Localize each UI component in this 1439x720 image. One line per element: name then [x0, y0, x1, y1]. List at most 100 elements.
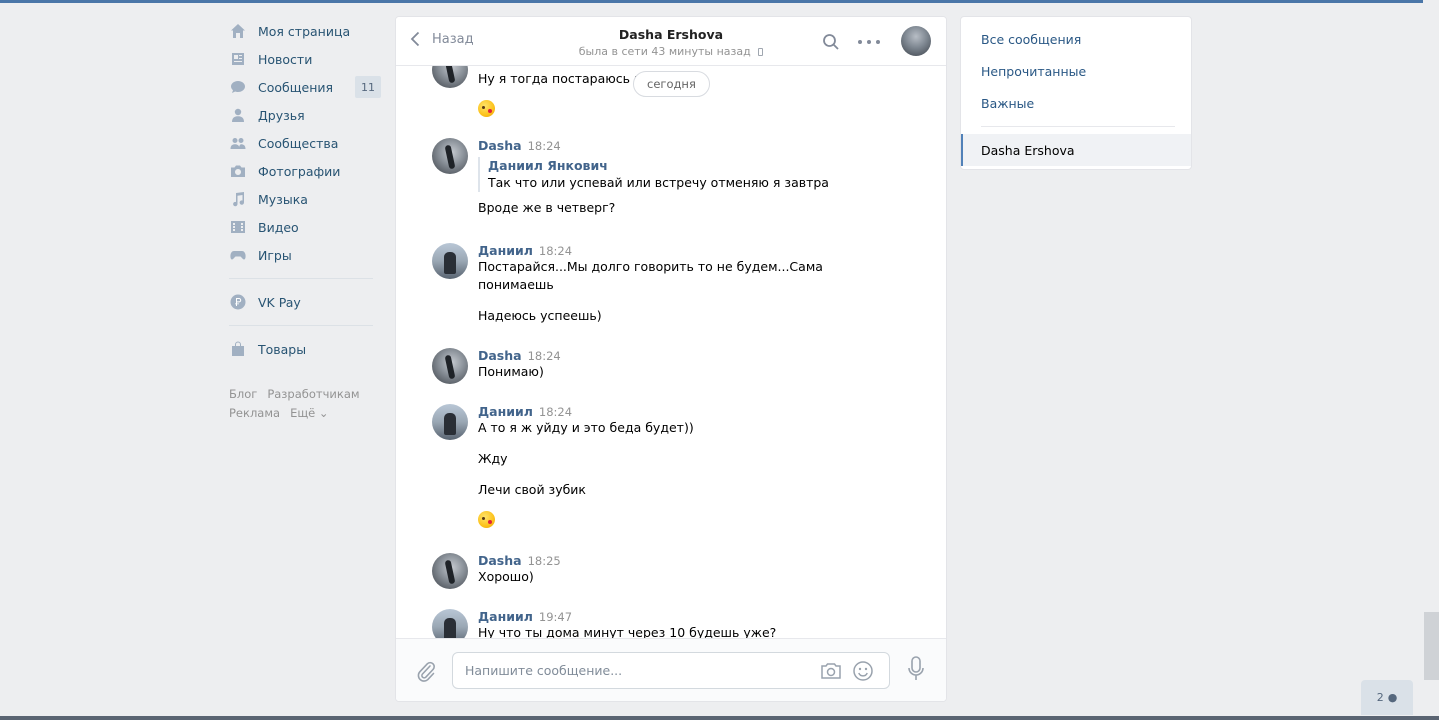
- camera-icon: [229, 162, 247, 180]
- nav-item-video[interactable]: Видео: [229, 213, 381, 241]
- avatar[interactable]: [432, 609, 468, 640]
- avatar[interactable]: [432, 553, 468, 589]
- message-author[interactable]: Даниил: [478, 243, 533, 258]
- message-author[interactable]: Dasha: [478, 553, 522, 568]
- nav-label: Моя страница: [258, 23, 351, 39]
- nav-item-photos[interactable]: Фотографии: [229, 157, 381, 185]
- footer-link-developers[interactable]: Разработчикам: [267, 387, 359, 401]
- user-icon: ●: [1387, 691, 1398, 704]
- kiss-emoji-icon: [478, 511, 495, 528]
- nav-item-goods[interactable]: Товары: [229, 335, 381, 363]
- nav-item-my-page[interactable]: Моя страница: [229, 17, 381, 45]
- nav-divider: [229, 325, 373, 326]
- footer-link-blog[interactable]: Блог: [229, 387, 257, 401]
- nav-label: Фотографии: [258, 163, 341, 179]
- games-icon: [229, 246, 247, 264]
- avatar[interactable]: [432, 66, 468, 88]
- home-icon: [229, 22, 247, 40]
- message-time: 18:25: [527, 554, 561, 568]
- emoji-smile-icon[interactable]: [852, 660, 874, 682]
- nav-label: Сообщества: [258, 135, 339, 151]
- top-accent-line: [0, 0, 1423, 3]
- nav-item-music[interactable]: Музыка: [229, 185, 381, 213]
- microphone-icon[interactable]: [907, 656, 925, 682]
- nav-label: Сообщения: [258, 79, 334, 95]
- vkpay-icon: [229, 293, 247, 311]
- message-history[interactable]: сегодня Ну я тогда постараюсь к 8 Dasha 1…: [396, 66, 946, 640]
- quote-text: Так что или успевай или встречу отменяю …: [488, 175, 829, 190]
- message-body: Даниил 19:47 Ну что ты дома минут через 1…: [478, 609, 838, 640]
- taskbar-edge: [0, 716, 1439, 720]
- message-time: 18:24: [527, 349, 561, 363]
- search-icon[interactable]: [822, 33, 840, 51]
- messages-count-badge: 11: [355, 76, 381, 98]
- chat-header: Назад Dasha Ershova была в сети 43 минут…: [396, 17, 946, 66]
- attach-paperclip-icon[interactable]: [416, 659, 436, 683]
- messages-icon: [229, 78, 247, 96]
- message-author[interactable]: Dasha: [478, 348, 522, 363]
- message-input-box[interactable]: [452, 652, 890, 689]
- message-text: А то я ж уйду и это беда будет)): [478, 420, 694, 435]
- forwarded-message[interactable]: Даниил Янкович Так что или успевай или в…: [478, 157, 838, 192]
- nav-label: VK Pay: [258, 294, 301, 310]
- message-body: Даниил 18:24 Постарайся...Мы долго говори…: [478, 243, 838, 325]
- nav-item-vkpay[interactable]: VK Pay: [229, 288, 381, 316]
- nav-item-news[interactable]: Новости: [229, 45, 381, 73]
- news-icon: [229, 50, 247, 68]
- avatar[interactable]: [432, 348, 468, 384]
- message-body: Dasha 18:24 Понимаю): [478, 348, 838, 381]
- music-icon: [229, 190, 247, 208]
- mobile-icon: [758, 48, 764, 56]
- message-text: Постарайся...Мы долго говорить то не буд…: [478, 259, 823, 274]
- nav-label: Товары: [258, 341, 307, 357]
- nav-item-friends[interactable]: Друзья: [229, 101, 381, 129]
- message-author[interactable]: Dasha: [478, 138, 522, 153]
- message-author[interactable]: Даниил: [478, 404, 533, 419]
- page-scrollbar[interactable]: [1424, 612, 1439, 680]
- footer-link-more[interactable]: Ещё ⌄: [290, 406, 328, 420]
- message-text: Надеюсь успеешь): [478, 308, 602, 323]
- message-author[interactable]: Даниил: [478, 609, 533, 624]
- peer-status-text: была в сети 43 минуты назад: [578, 45, 751, 58]
- shopping-bag-icon: [229, 340, 247, 358]
- friends-online-button[interactable]: 2 ●: [1361, 680, 1413, 715]
- nav-item-messages[interactable]: Сообщения 11: [229, 73, 381, 101]
- message-input[interactable]: [465, 653, 805, 688]
- message-text: Хорошо): [478, 569, 534, 584]
- message-text: Вроде же в четверг?: [478, 200, 616, 215]
- chat-panel: Назад Dasha Ershova была в сети 43 минут…: [395, 16, 947, 702]
- avatar[interactable]: [432, 243, 468, 279]
- footer-links: Блог Разработчикам Реклама Ещё ⌄: [229, 385, 381, 423]
- message-composer: [396, 638, 946, 701]
- quote-author: Даниил Янкович: [488, 158, 608, 173]
- message-text: Лечи свой зубик: [478, 482, 586, 497]
- menu-all-messages[interactable]: Все сообщения: [961, 23, 1191, 55]
- message-text: понимаешь: [478, 277, 554, 292]
- friends-online-count: 2: [1376, 691, 1384, 704]
- menu-important[interactable]: Важные: [961, 87, 1191, 119]
- nav-label: Музыка: [258, 191, 308, 207]
- message-time: 18:24: [538, 244, 573, 258]
- groups-icon: [229, 134, 247, 152]
- peer-avatar[interactable]: [901, 26, 931, 56]
- footer-link-ads[interactable]: Реклама: [229, 406, 280, 420]
- more-actions-icon[interactable]: [858, 33, 880, 51]
- avatar[interactable]: [432, 138, 468, 174]
- messages-filter-menu: Все сообщения Непрочитанные Важные Dasha…: [960, 16, 1192, 170]
- menu-active-chat[interactable]: Dasha Ershova: [961, 134, 1191, 166]
- menu-divider: [981, 126, 1175, 127]
- menu-unread[interactable]: Непрочитанные: [961, 55, 1191, 87]
- nav-divider: [229, 278, 373, 279]
- avatar[interactable]: [432, 404, 468, 440]
- nav-item-games[interactable]: Игры: [229, 241, 381, 269]
- message-body: Dasha 18:24 Даниил Янкович Так что или ус…: [478, 138, 838, 217]
- date-separator: сегодня: [633, 71, 710, 97]
- message-time: 18:24: [538, 405, 573, 419]
- camera-icon[interactable]: [820, 661, 842, 681]
- nav-label: Новости: [258, 51, 313, 67]
- kiss-emoji-icon: [478, 100, 495, 117]
- video-icon: [229, 218, 247, 236]
- nav-label: Игры: [258, 247, 292, 263]
- message-text: Жду: [478, 451, 508, 466]
- nav-item-groups[interactable]: Сообщества: [229, 129, 381, 157]
